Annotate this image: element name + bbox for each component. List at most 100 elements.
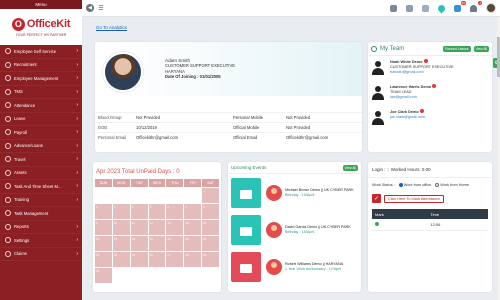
back-icon[interactable]: ◀: [86, 4, 94, 12]
event-item[interactable]: Michael Brown Demo || UK CYBER PARK Birth…: [228, 174, 361, 211]
calendar-day-cell[interactable]: 4: [130, 204, 148, 219]
member-email[interactable]: tstnoah@gmail.com: [390, 70, 454, 75]
bell-icon[interactable]: 1: [470, 0, 482, 12]
sidebar-item-training[interactable]: Training ›: [0, 194, 82, 207]
calendar-day-cell[interactable]: 12: [148, 220, 166, 235]
my-team-header: My Team Planned Leaves View All: [368, 42, 492, 56]
events-view-all-button[interactable]: View All: [342, 164, 358, 171]
profile-row: Blood Group Not Provided Personal Mobile N…: [95, 112, 362, 122]
calendar-day-cell[interactable]: 1: [202, 188, 219, 203]
calendar-day-cell[interactable]: 18: [130, 236, 148, 251]
calendar-day-cell: [130, 188, 148, 203]
team-member[interactable]: Joe Clark Demo joe.clark@gmail.com: [368, 106, 492, 131]
team-member[interactable]: Noah White Demo CUSTOMER SUPPORT EXECUTI…: [368, 56, 492, 81]
calendar-day-cell[interactable]: 16: [95, 236, 112, 251]
sidebar-item-reports[interactable]: Reports ›: [0, 221, 82, 234]
sidebar-item-payroll[interactable]: Payroll ›: [0, 126, 82, 140]
event-item[interactable]: Robert Williams Demo || HARYANA 1 Year Wo…: [228, 248, 361, 285]
calendar-day-cell[interactable]: 28: [184, 252, 202, 267]
sidebar-item-task-time-sheet[interactable]: Task And Time Sheet M... ›: [0, 180, 82, 194]
menu-icon: [5, 237, 11, 244]
chevron-right-icon: ›: [76, 102, 78, 109]
view-all-team-button[interactable]: View All: [473, 45, 489, 52]
event-date: Birthday - 15/April: [285, 192, 315, 197]
heart-icon[interactable]: [436, 3, 447, 13]
sidebar-item-assets[interactable]: Assets ›: [0, 167, 82, 180]
planned-leaves-button[interactable]: Planned Leaves: [442, 45, 471, 52]
sidebar-item-employee-self-service[interactable]: Employee Self Service ›: [0, 45, 82, 59]
team-icon: [371, 45, 377, 52]
calendar-icon[interactable]: [406, 4, 413, 12]
chevron-right-icon: ›: [76, 129, 78, 136]
calendar-day-cell[interactable]: 25: [130, 252, 148, 267]
sidebar-item-travel[interactable]: Travel ›: [0, 153, 82, 167]
calendar-day-cell[interactable]: 30: [95, 268, 112, 283]
check-icon[interactable]: ✓: [372, 194, 381, 203]
mark-time: 12:06: [427, 219, 488, 231]
profile-row: Personal Email Officekithr@gmail.com Offi…: [95, 132, 362, 142]
calendar-day-cell[interactable]: 9: [95, 220, 112, 235]
calendar-day-cell[interactable]: 22: [202, 236, 219, 251]
profile-card: Adam Smith CUSTOMER SUPPORT EXECUTIVE HA…: [95, 42, 362, 152]
calendar-day-cell[interactable]: 26: [148, 252, 166, 267]
chevron-right-icon: ›: [76, 142, 78, 149]
event-item[interactable]: David Garcia Demo || UK CYBER PARK Birthd…: [228, 211, 361, 248]
calendar-day-cell[interactable]: 5: [148, 204, 166, 219]
mail-icon[interactable]: 36: [454, 0, 466, 12]
calendar-day-cell[interactable]: 15: [202, 220, 219, 235]
menu-icon: [5, 210, 11, 217]
event-name: David Garcia Demo || UK CYBER PARK: [285, 224, 351, 229]
calendar-day-cell[interactable]: 19: [148, 236, 166, 251]
hamburger-icon[interactable]: ☰: [97, 4, 105, 12]
calendar-grid: SUN MON TUE WED THU FRI SAT 1 2 3 4 5 6 7 8 9 10 11 12 13 14…: [95, 179, 219, 283]
calendar-day-cell[interactable]: 6: [166, 204, 184, 219]
work-from-office-radio[interactable]: Work from office: [398, 183, 431, 187]
grid-icon[interactable]: [390, 4, 397, 12]
menu-icon: [5, 156, 11, 163]
user-avatar[interactable]: [486, 3, 496, 13]
event-date: 1 Year Work Anniversary - 17/April: [285, 266, 342, 271]
sidebar-item-claims[interactable]: Claims ›: [0, 248, 82, 261]
worked-hours: Worked Hours: 0.00: [390, 167, 431, 172]
work-from-home-radio[interactable]: Work from Home: [435, 183, 469, 187]
status-dot-icon: [423, 59, 428, 63]
member-email[interactable]: joe.clark@gmail.com: [390, 115, 425, 120]
calendar-day-cell[interactable]: 20: [166, 236, 184, 251]
calendar-day-cell[interactable]: 8: [202, 204, 219, 219]
calendar-title: Apr 2023 Total UnPaid Days : 0: [96, 169, 180, 175]
chevron-right-icon: ›: [76, 237, 78, 244]
calendar-day-cell[interactable]: 17: [112, 236, 130, 251]
event-date: Birthday - 15/April: [285, 229, 315, 234]
calendar-day-cell[interactable]: 14: [184, 220, 202, 235]
document-icon[interactable]: [422, 4, 429, 12]
sidebar-item-settings[interactable]: Settings ›: [0, 234, 82, 248]
calendar-day-cell[interactable]: 3: [112, 204, 130, 219]
mark-attendance-button[interactable]: Click Here To Mark Attendance: [384, 194, 445, 203]
menu-icon: [5, 88, 11, 95]
sidebar-item-task-management[interactable]: Task Management: [0, 207, 82, 221]
upcoming-events-card: Upcoming Events View All Michael Brown D…: [228, 162, 361, 292]
calendar-day-cell[interactable]: 23: [95, 252, 112, 267]
calendar-day-cell[interactable]: 13: [166, 220, 184, 235]
team-member[interactable]: Lawrence Harris Demo TEAM LEAD law@gmail…: [368, 81, 492, 106]
calendar-day-cell[interactable]: 27: [166, 252, 184, 267]
calendar-day-cell[interactable]: 24: [112, 252, 130, 267]
logo[interactable]: O OfficeKit YOUR PERFECT HR PARTNER: [0, 9, 82, 45]
sidebar-item-advance-loans[interactable]: Advance/Loans ›: [0, 140, 82, 153]
calendar-day-cell[interactable]: 7: [184, 204, 202, 219]
calendar-day-cell[interactable]: 11: [130, 220, 148, 235]
calendar-day-cell[interactable]: 29: [202, 252, 219, 267]
calendar-day-cell[interactable]: 10: [112, 220, 130, 235]
calendar-day-cell[interactable]: 21: [184, 236, 202, 251]
sidebar-item-attendance[interactable]: Attendance ›: [0, 99, 82, 113]
sidebar-item-employee-management[interactable]: Employee Management ›: [0, 72, 82, 86]
sidebar-item-tms[interactable]: TMS ›: [0, 86, 82, 99]
sidebar-item-recruitment[interactable]: Recruitment ›: [0, 59, 82, 72]
calendar-day-cell[interactable]: 2: [95, 204, 112, 219]
go-to-analytics-link[interactable]: Go To Analytics: [96, 25, 127, 30]
table-row: 12:06: [372, 219, 488, 231]
logo-mark-icon: O: [11, 17, 25, 31]
member-email[interactable]: law@gmail.com: [390, 95, 436, 100]
mail-count-badge: 36: [460, 0, 466, 5]
sidebar-item-leave[interactable]: Leave ›: [0, 113, 82, 126]
